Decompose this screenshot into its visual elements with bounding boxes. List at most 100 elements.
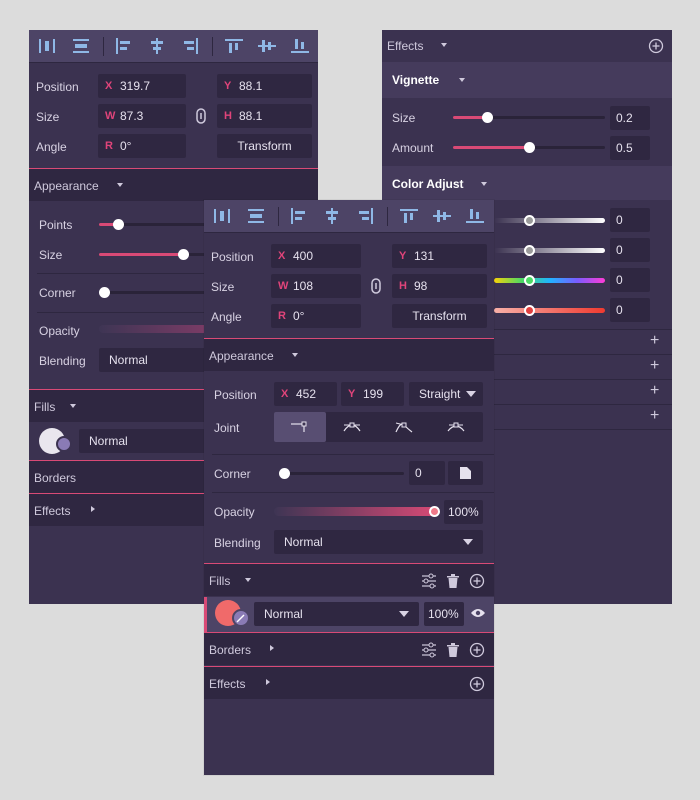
align-top-icon[interactable] <box>225 38 243 54</box>
eye-icon[interactable] <box>470 607 486 619</box>
point-y-field[interactable]: Y 199 <box>341 382 404 406</box>
x-prefix: X <box>105 80 113 92</box>
distribute-horizontal-icon[interactable] <box>38 38 56 54</box>
corner-slider-knob[interactable] <box>99 287 110 298</box>
eyedropper-icon[interactable] <box>232 609 250 627</box>
add-border-icon[interactable] <box>469 642 485 658</box>
transform-button[interactable]: Transform <box>217 134 312 158</box>
fill-row[interactable]: Normal 100% <box>204 597 494 632</box>
eyedropper-icon[interactable] <box>56 436 72 452</box>
brightness-slider[interactable] <box>494 218 605 223</box>
chevron-right-icon <box>266 679 270 685</box>
corner-slider[interactable] <box>279 468 404 479</box>
saturation-slider[interactable] <box>494 308 605 313</box>
align-left-icon[interactable] <box>290 208 308 224</box>
contrast-field[interactable]: 0 <box>610 238 650 262</box>
distribute-horizontal-icon[interactable] <box>213 208 231 224</box>
contrast-knob[interactable] <box>524 245 535 256</box>
x-prefix: X <box>281 388 289 400</box>
align-right-icon[interactable] <box>181 38 199 54</box>
vignette-size-knob[interactable] <box>482 112 493 123</box>
align-bottom-icon[interactable] <box>291 38 309 54</box>
align-middle-vertical-icon[interactable] <box>433 208 451 224</box>
add-fill-icon[interactable] <box>469 573 485 589</box>
vignette-header[interactable]: Vignette <box>382 62 672 98</box>
vignette-amount-field[interactable]: 0.5 <box>610 136 650 160</box>
align-bottom-icon[interactable] <box>466 208 484 224</box>
size-h-field[interactable]: H 88.1 <box>217 104 312 128</box>
appearance-section-header[interactable]: Appearance <box>29 168 318 201</box>
add-icon[interactable]: + <box>650 333 659 349</box>
joint-straight-button[interactable] <box>274 412 326 442</box>
effects-header[interactable]: Effects <box>382 30 672 63</box>
lock-ratio-icon[interactable] <box>193 108 209 124</box>
transform-button[interactable]: Transform <box>392 304 487 328</box>
caret-down-icon <box>466 391 476 397</box>
saturation-knob[interactable] <box>524 305 535 316</box>
size-w-field[interactable]: W 108 <box>271 274 361 298</box>
distribute-vertical-icon[interactable] <box>72 38 90 54</box>
joint-disconnected-button[interactable] <box>378 412 430 442</box>
effects-section-header[interactable]: Effects <box>204 666 494 699</box>
add-icon[interactable]: + <box>650 358 659 374</box>
y-value: 88.1 <box>239 79 263 93</box>
opacity-slider[interactable] <box>274 507 439 516</box>
contrast-slider[interactable] <box>494 248 605 253</box>
position-y-field[interactable]: Y 88.1 <box>217 74 312 98</box>
fill-opacity-field[interactable]: 100% <box>424 602 464 626</box>
adjust-sliders-icon[interactable] <box>421 642 437 658</box>
joint-asymmetric-button[interactable] <box>430 412 483 442</box>
borders-section-header[interactable]: Borders <box>204 632 494 665</box>
hue-slider[interactable] <box>494 278 605 283</box>
size-slider-knob[interactable] <box>178 249 189 260</box>
corner-value-field[interactable]: 0 <box>409 461 445 485</box>
angle-field[interactable]: R 0° <box>98 134 186 158</box>
angle-field[interactable]: R 0° <box>271 304 361 328</box>
color-adjust-header[interactable]: Color Adjust <box>382 166 672 200</box>
align-center-horizontal-icon[interactable] <box>148 38 166 54</box>
distribute-vertical-icon[interactable] <box>247 208 265 224</box>
vignette-amount-slider[interactable] <box>453 142 605 153</box>
add-effect-icon[interactable] <box>469 676 485 692</box>
corner-style-button[interactable] <box>448 461 483 485</box>
corner-slider-knob[interactable] <box>279 468 290 479</box>
point-x-field[interactable]: X 452 <box>274 382 337 406</box>
fill-blend-select[interactable]: Normal <box>254 602 419 626</box>
brightness-field[interactable]: 0 <box>610 208 650 232</box>
trash-icon[interactable] <box>445 573 461 589</box>
position-y-field[interactable]: Y 131 <box>392 244 487 268</box>
brightness-knob[interactable] <box>524 215 535 226</box>
add-icon[interactable]: + <box>650 383 659 399</box>
add-effect-icon[interactable] <box>648 38 664 54</box>
points-slider-knob[interactable] <box>113 219 124 230</box>
position-x-field[interactable]: X 319.7 <box>98 74 186 98</box>
opacity-value-field[interactable]: 100% <box>444 500 483 524</box>
lock-ratio-icon[interactable] <box>368 278 384 294</box>
size-w-field[interactable]: W 87.3 <box>98 104 186 128</box>
adjust-sliders-icon[interactable] <box>421 573 437 589</box>
trash-icon[interactable] <box>445 642 461 658</box>
align-left-icon[interactable] <box>115 38 133 54</box>
align-center-horizontal-icon[interactable] <box>323 208 341 224</box>
hue-knob[interactable] <box>524 275 535 286</box>
blending-select[interactable]: Normal <box>274 530 483 554</box>
saturation-field[interactable]: 0 <box>610 298 650 322</box>
line-type-select[interactable]: Straight <box>409 382 483 406</box>
add-icon[interactable]: + <box>650 408 659 424</box>
appearance-section-header[interactable]: Appearance <box>204 338 494 371</box>
vignette-size-field[interactable]: 0.2 <box>610 106 650 130</box>
opacity-slider-knob[interactable] <box>429 506 440 517</box>
align-right-icon[interactable] <box>356 208 374 224</box>
align-top-icon[interactable] <box>400 208 418 224</box>
joint-mirrored-button[interactable] <box>326 412 378 442</box>
vignette-size-slider[interactable] <box>453 112 605 123</box>
y-prefix: Y <box>348 388 356 400</box>
x-prefix: X <box>278 250 286 262</box>
vignette-amount-knob[interactable] <box>524 142 535 153</box>
size-h-field[interactable]: H 98 <box>392 274 487 298</box>
align-middle-vertical-icon[interactable] <box>258 38 276 54</box>
fills-section-header[interactable]: Fills <box>204 563 494 596</box>
hue-field[interactable]: 0 <box>610 268 650 292</box>
position-x-field[interactable]: X 400 <box>271 244 361 268</box>
effects-title: Effects <box>34 504 71 518</box>
